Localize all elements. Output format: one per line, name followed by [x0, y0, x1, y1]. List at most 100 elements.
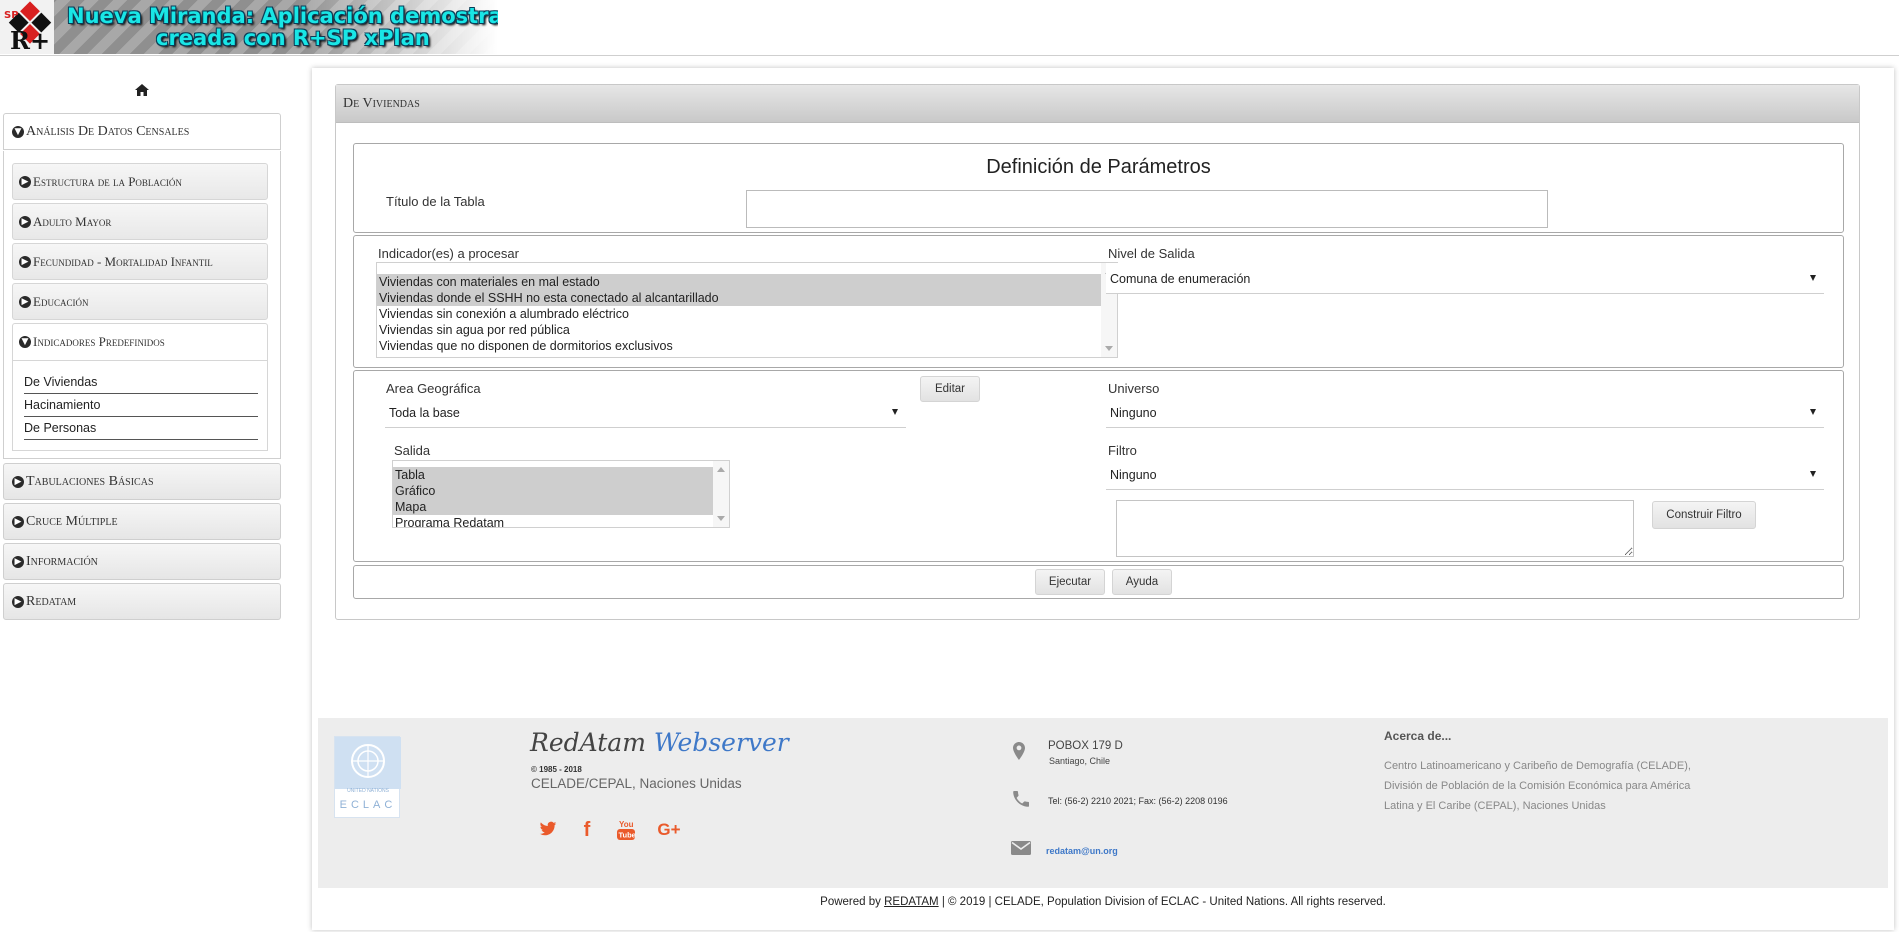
indicators-listbox[interactable]: Viviendas con materiales en mal estado V…: [376, 262, 1118, 358]
sub-fecundidad-mortalidad[interactable]: ▶ Fecundidad - Mortalidad Infantil: [12, 243, 268, 280]
chevron-down-icon: [1810, 471, 1816, 477]
geo-area-select[interactable]: Toda la base: [385, 397, 906, 428]
viviendas-panel: De Viviendas Definición de Parámetros Tí…: [335, 84, 1860, 620]
envelope-icon: [1011, 841, 1031, 855]
scroll-down-icon[interactable]: [717, 516, 725, 521]
output-option[interactable]: Programa Redatam: [393, 515, 713, 527]
filter-textarea[interactable]: [1116, 500, 1634, 557]
geo-area-value: Toda la base: [389, 406, 460, 420]
link-de-viviendas[interactable]: De Viviendas: [24, 371, 258, 394]
section-analisis-datos-censales[interactable]: ▼ Análisis De Datos Censales: [3, 113, 281, 150]
indicator-option[interactable]: Viviendas sin conexión a alumbrado eléct…: [377, 306, 1101, 322]
subsection-label: Adulto Mayor: [33, 213, 112, 229]
address-line-2: Santiago, Chile: [1049, 756, 1111, 766]
about-line: Latina y El Caribe (CEPAL), Naciones Uni…: [1384, 800, 1606, 812]
params-title-box: Definición de Parámetros Título de la Ta…: [353, 143, 1844, 233]
subsection-label: Educación: [33, 293, 89, 309]
copyright-suffix: | © 2019 | CELADE, Population Division o…: [941, 896, 1386, 908]
table-title-label: Título de la Tabla: [386, 194, 485, 209]
app-title-line-1: Nueva Miranda: Aplicación demostrativa: [67, 4, 498, 28]
filter-label: Filtro: [1108, 443, 1137, 458]
org-name: CELADE/CEPAL, Naciones Unidas: [531, 776, 742, 791]
circle-arrow-right-icon: ▶: [12, 555, 24, 568]
copyright-years: © 1985 - 2018: [531, 765, 582, 774]
svg-text:Tube: Tube: [619, 831, 636, 840]
table-title-input[interactable]: [746, 190, 1548, 228]
indicator-option[interactable]: Viviendas sin agua por red pública: [377, 322, 1101, 338]
sub-educacion[interactable]: ▶ Educación: [12, 283, 268, 320]
indicator-option[interactable]: Viviendas donde el SSHH no esta conectad…: [377, 290, 1101, 306]
svg-text:R+: R+: [10, 26, 50, 54]
link-hacinamiento[interactable]: Hacinamiento: [24, 394, 258, 417]
output-option[interactable]: Mapa: [393, 499, 713, 515]
sub-estructura-poblacion[interactable]: ▶ Estructura de la Población: [12, 163, 268, 200]
filter-select[interactable]: Ninguno: [1106, 459, 1824, 490]
section-label: Análisis De Datos Censales: [26, 123, 190, 139]
output-scrollbar[interactable]: [713, 461, 729, 527]
sub-indicadores-predefinidos[interactable]: ▼ Indicadores Predefinidos: [12, 323, 268, 361]
output-listbox[interactable]: Tabla Gráfico Mapa Programa Redatam: [392, 460, 730, 528]
scroll-down-icon[interactable]: [1105, 346, 1113, 351]
output-level-select[interactable]: Comuna de enumeración: [1106, 263, 1824, 294]
link-de-personas[interactable]: De Personas: [24, 417, 258, 440]
facebook-icon[interactable]: f: [576, 819, 598, 841]
output-level-value: Comuna de enumeración: [1110, 272, 1251, 286]
output-option[interactable]: Tabla: [393, 467, 713, 483]
output-level-label: Nivel de Salida: [1108, 246, 1195, 261]
circle-arrow-right-icon: ▶: [12, 595, 24, 608]
section-label: Redatam: [26, 593, 77, 609]
circle-arrow-down-icon: ▼: [12, 125, 24, 138]
section-label: Información: [26, 553, 98, 569]
circle-arrow-right-icon: ▶: [19, 175, 31, 188]
predefined-links: De Viviendas Hacinamiento De Personas: [12, 361, 268, 451]
circle-arrow-right-icon: ▶: [19, 215, 31, 228]
subsection-label: Indicadores Predefinidos: [33, 334, 165, 349]
section-redatam[interactable]: ▶ Redatam: [3, 583, 281, 620]
eclac-caption: ECLAC: [339, 799, 397, 811]
circle-arrow-right-icon: ▶: [12, 515, 24, 528]
page-footer: UNITED NATIONS ECLAC RedAtam Webserver ©…: [318, 718, 1888, 888]
indicator-option[interactable]: Viviendas que no disponen de dormitorios…: [377, 338, 1101, 354]
circle-arrow-right-icon: ▶: [19, 255, 31, 268]
build-filter-button[interactable]: Construir Filtro: [1652, 501, 1756, 529]
indicator-option[interactable]: Viviendas con materiales en mal estado: [377, 274, 1101, 290]
google-plus-icon[interactable]: G+: [654, 820, 684, 842]
svg-text:SP: SP: [4, 10, 19, 21]
universe-select[interactable]: Ninguno: [1106, 397, 1824, 428]
section-informacion[interactable]: ▶ Información: [3, 543, 281, 580]
app-banner: SP R+ Nueva Miranda: Aplicación demostra…: [0, 0, 498, 54]
un-logo-small-text: UNITED NATIONS: [347, 788, 389, 794]
sub-adulto-mayor[interactable]: ▶ Adulto Mayor: [12, 203, 268, 240]
circle-arrow-down-icon: ▼: [19, 336, 31, 348]
universe-label: Universo: [1108, 381, 1160, 396]
output-label: Salida: [394, 443, 431, 458]
scroll-up-icon[interactable]: [717, 467, 725, 472]
help-button[interactable]: Ayuda: [1112, 569, 1172, 595]
panel-heading: De Viviendas: [336, 85, 1859, 123]
copyright-prefix: Powered by: [820, 896, 881, 908]
email-link[interactable]: redatam@un.org: [1046, 846, 1118, 856]
geo-area-label: Area Geográfica: [386, 381, 481, 396]
section-label: Tabulaciones Básicas: [26, 473, 154, 489]
section-cruce-multiple[interactable]: ▶ Cruce Múltiple: [3, 503, 281, 540]
un-emblem-icon: [335, 737, 401, 789]
chevron-down-icon: [1810, 409, 1816, 415]
circle-arrow-right-icon: ▶: [12, 475, 24, 488]
home-icon[interactable]: [134, 82, 150, 98]
section-tabulaciones-basicas[interactable]: ▶ Tabulaciones Básicas: [3, 463, 281, 500]
address-line-1: POBOX 179 D: [1048, 740, 1123, 752]
run-button[interactable]: Ejecutar: [1035, 569, 1105, 595]
universe-value: Ninguno: [1110, 406, 1157, 420]
map-marker-icon: [1013, 742, 1025, 760]
copyright-line: Powered by REDATAM | © 2019 | CELADE, Po…: [318, 896, 1888, 908]
edit-button[interactable]: Editar: [920, 376, 980, 402]
redatam-link[interactable]: REDATAM: [884, 896, 939, 908]
params-title: Definición de Parámetros: [986, 156, 1211, 178]
section-label: Cruce Múltiple: [26, 513, 118, 529]
indicators-box: Indicador(es) a procesar Viviendas con m…: [353, 235, 1844, 368]
twitter-icon[interactable]: [537, 821, 559, 843]
youtube-icon[interactable]: You Tube: [615, 819, 637, 841]
output-option[interactable]: Gráfico: [393, 483, 713, 499]
chevron-down-icon: [892, 409, 898, 415]
options-box: Area Geográfica Toda la base Editar Sali…: [353, 370, 1844, 562]
